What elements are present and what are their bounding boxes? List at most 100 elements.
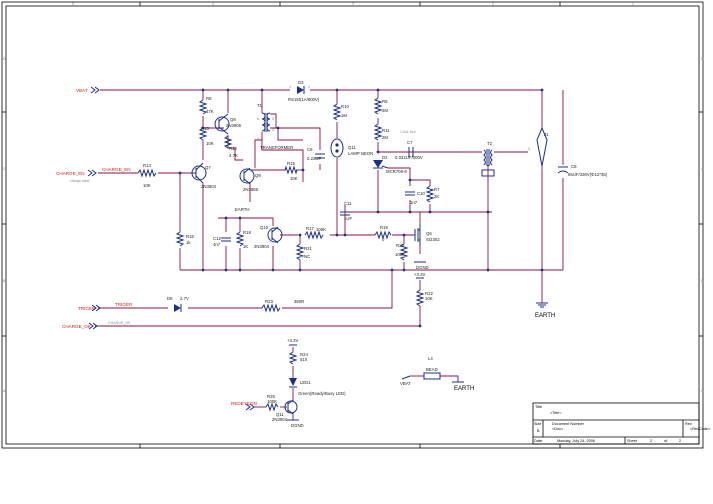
- r14-ref-label: R14: [143, 163, 151, 168]
- annotation-charge-start: charge start: [70, 179, 89, 183]
- r9-ref-label: R9: [382, 99, 388, 104]
- r22-value-label: 10K: [425, 296, 433, 301]
- r16-ref-label: R16: [186, 234, 194, 239]
- net-label-redeyeon: REDEYEON: [231, 401, 257, 406]
- capacitor-c6: C6 0.22UF: [307, 147, 325, 161]
- net-label-3v3-led: +3.3V: [287, 338, 298, 343]
- r23-ref-label: R23: [265, 299, 273, 304]
- d2-ref-label: D2: [382, 155, 388, 160]
- resistor-r17: R17 100K: [304, 226, 326, 240]
- svg-text:4: 4: [272, 128, 274, 132]
- net-label-earth: EARTH: [535, 313, 555, 319]
- d3-value-label: RS1M(1A/800V): [288, 97, 320, 102]
- led1-ref-label: LED1: [300, 380, 311, 385]
- net-label-charge-ok: CHARGE_OK: [62, 324, 92, 329]
- transistor-q9: Q9 2N3865: [239, 167, 261, 192]
- resistor-r18: R18 1K: [235, 230, 251, 249]
- net-earth-q9: EARTH: [235, 207, 250, 212]
- r11-ref-label: R11: [382, 128, 390, 133]
- c6-value-label: 0.22UF: [307, 156, 321, 161]
- q6-ref-label: Q6: [426, 231, 432, 236]
- wires: [95, 89, 564, 420]
- r10-value-label: 1M: [341, 113, 347, 118]
- q8-ref-label: Q8: [230, 117, 236, 122]
- capacitor-c7: C7 0.022UF/400V: [395, 140, 423, 160]
- led1-value-label: Green(Ready/Busy LED): [298, 391, 346, 396]
- t1-ref-label: T1: [257, 103, 263, 108]
- c7-value-label: 0.022UF/400V: [395, 155, 423, 160]
- of-label: of: [664, 439, 668, 443]
- border-col-label: 5: [72, 2, 74, 6]
- r18-ref-label: R18: [243, 230, 251, 235]
- net-charge-en: CHARGE_EN CHARGE_EN charge start: [56, 167, 131, 183]
- border-row-label: A: [3, 389, 6, 393]
- resistor-r13: R13 10K: [198, 126, 214, 146]
- c11-value-label: 1UF: [344, 216, 352, 221]
- r16-value-label: 1k: [186, 240, 191, 245]
- q9-ref-label: Q9: [255, 173, 261, 178]
- r14-value-label: 10K: [143, 183, 151, 188]
- q11-value-label: 2N3904: [272, 417, 288, 422]
- transistor-q10: Q10 2N3904: [254, 225, 283, 249]
- resistor-r22: R22 10K: [415, 289, 433, 307]
- d3-ref-label: D3: [298, 80, 304, 85]
- q9-value-label: 2N3865: [243, 187, 259, 192]
- c12-ref-label: C12: [213, 236, 221, 241]
- neon-lamp: Q11 LAMP NEON: [330, 138, 373, 158]
- r10-ref-label: R10: [341, 104, 349, 109]
- q11d-ref-label: Q11: [348, 145, 356, 150]
- net-label-vbat-2: VBAT: [400, 381, 411, 386]
- border-col-label: 2: [492, 2, 494, 6]
- sheet-label: Sheet: [627, 439, 638, 443]
- r19-value-label: 0: [382, 237, 385, 242]
- power-3v3-led: +3.3V: [287, 338, 298, 346]
- r21-value-label: NC: [304, 254, 310, 259]
- d2-value-label: MCR706-8: [386, 169, 407, 174]
- of-value: 2: [679, 439, 681, 443]
- border-col-label: 3: [352, 2, 354, 6]
- c10-value-label: 1n7: [410, 200, 418, 205]
- border-row-label: D: [701, 57, 704, 61]
- net-triger: TRIGER TRIGER: [78, 302, 133, 312]
- date-label: Date:: [534, 439, 543, 443]
- diode-d3: D3 RS1M(1A/800V) 1 2: [288, 80, 320, 102]
- t1-value-label: TRANSFORMER: [260, 145, 293, 150]
- r7-ref-label: R7: [434, 187, 440, 192]
- resistor-r16: R16 1k: [175, 231, 194, 247]
- r12-value-label: 4.7K: [229, 153, 238, 158]
- r18-value-label: 1K: [243, 244, 248, 249]
- c8-ref-label: C8: [571, 164, 577, 169]
- d5-ref-label: D5: [167, 296, 173, 301]
- capacitor-c8: C8 85UF/330V(Φ12*35): [557, 164, 608, 177]
- docnum-label: Document Number: [552, 422, 585, 426]
- c10-ref-label: C10: [417, 191, 425, 196]
- resistor-r21: R21 NC: [295, 243, 312, 261]
- net-label-charge-en: CHARGE_EN: [56, 171, 85, 176]
- resistor-r25: R25 100K: [265, 394, 279, 412]
- size-value: B: [537, 429, 540, 433]
- net-label-triger-wire: TRIGER: [115, 302, 133, 307]
- r9-value-label: 2M: [382, 108, 388, 113]
- q10-value-label: 2N3904: [254, 244, 270, 249]
- size-label: Size: [534, 422, 541, 426]
- r13-ref-label: R13: [201, 126, 209, 131]
- l4-value-label: BEAD: [426, 367, 438, 372]
- ground-dgnd: DGND: [414, 261, 429, 270]
- net-vbat-2: VBAT: [400, 375, 411, 386]
- r24-value-label: 510: [300, 357, 308, 362]
- resistor-r20: R20 100K: [395, 243, 409, 261]
- resistor-r7: R7 2K: [425, 185, 440, 203]
- c6-ref-label: C6: [307, 147, 313, 152]
- resistor-r23: R23 360R: [261, 299, 304, 313]
- date-value: Monday, July 24, 2006: [557, 439, 595, 443]
- rev-value: <RevCode>: [690, 427, 711, 431]
- svg-text:6: 6: [257, 117, 259, 121]
- r11-value-label: 2M: [382, 135, 388, 140]
- transistor-q7: Q7 2N3904: [191, 162, 217, 189]
- r25-value-label: 100K: [267, 399, 277, 404]
- net-label-charge-ok-wire: CHARGE_OK: [108, 321, 131, 325]
- q10-ref-label: Q10: [260, 225, 269, 230]
- net-charge-ok: CHARGE_OK CHARGE_OK: [62, 321, 131, 330]
- c11-ref-label: C11: [344, 201, 352, 206]
- svg-text:3: 3: [528, 147, 530, 151]
